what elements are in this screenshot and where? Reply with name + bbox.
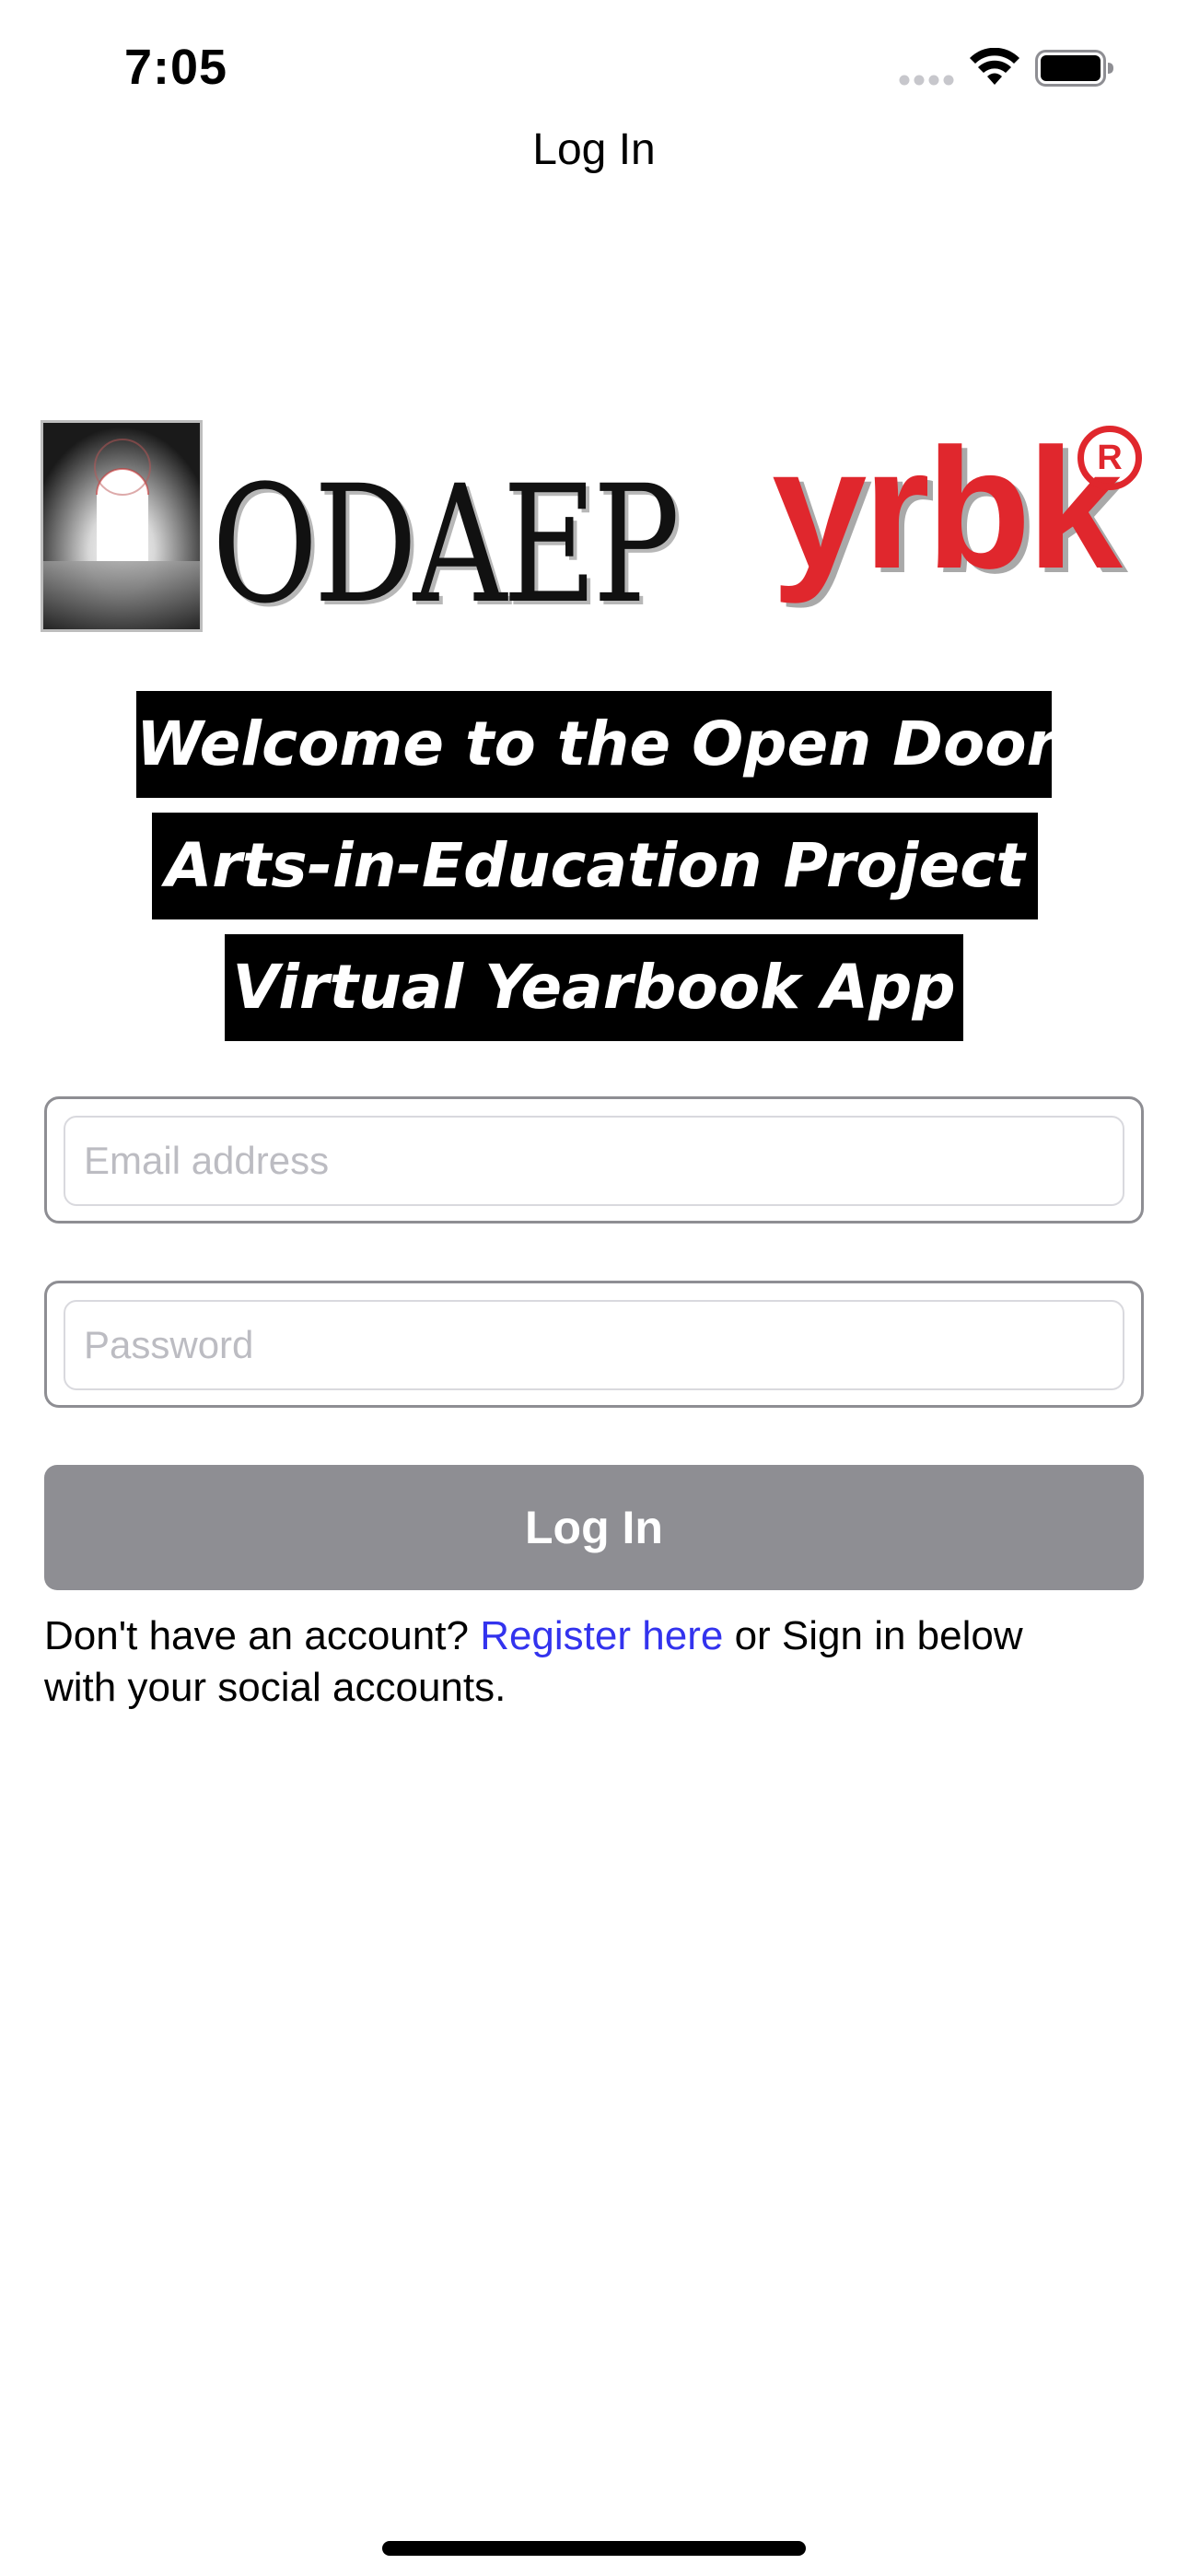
password-field-container <box>44 1281 1144 1408</box>
status-time: 7:05 <box>124 40 228 95</box>
welcome-line-3: Virtual Yearbook App <box>225 934 963 1041</box>
logo-wordmark-accent: yrbk <box>772 414 1123 604</box>
open-door-icon <box>41 420 203 632</box>
nav-title: Log In <box>532 125 656 174</box>
cellular-signal-icon <box>899 75 954 86</box>
wifi-icon <box>970 48 1019 85</box>
welcome-line-2: Arts-in-Education Project <box>152 813 1038 919</box>
status-bar: 7:05 <box>0 0 1188 138</box>
register-link[interactable]: Register here <box>480 1613 723 1658</box>
login-button[interactable]: Log In <box>44 1465 1144 1590</box>
email-field-container <box>44 1096 1144 1224</box>
registered-mark: R <box>1077 426 1142 490</box>
welcome-line-1: Welcome to the Open Door <box>136 691 1056 798</box>
register-prompt-prefix: Don't have an account? <box>44 1613 469 1658</box>
logo-wordmark-main: ODAEP <box>212 451 680 639</box>
battery-icon <box>1035 50 1113 87</box>
email-field[interactable] <box>64 1116 1124 1206</box>
register-prompt: Don't have an account? Register here or … <box>44 1610 1057 1714</box>
app-logo: ODAEP yrbk R <box>39 416 1153 638</box>
home-indicator[interactable] <box>382 2541 806 2556</box>
password-field[interactable] <box>64 1300 1124 1390</box>
